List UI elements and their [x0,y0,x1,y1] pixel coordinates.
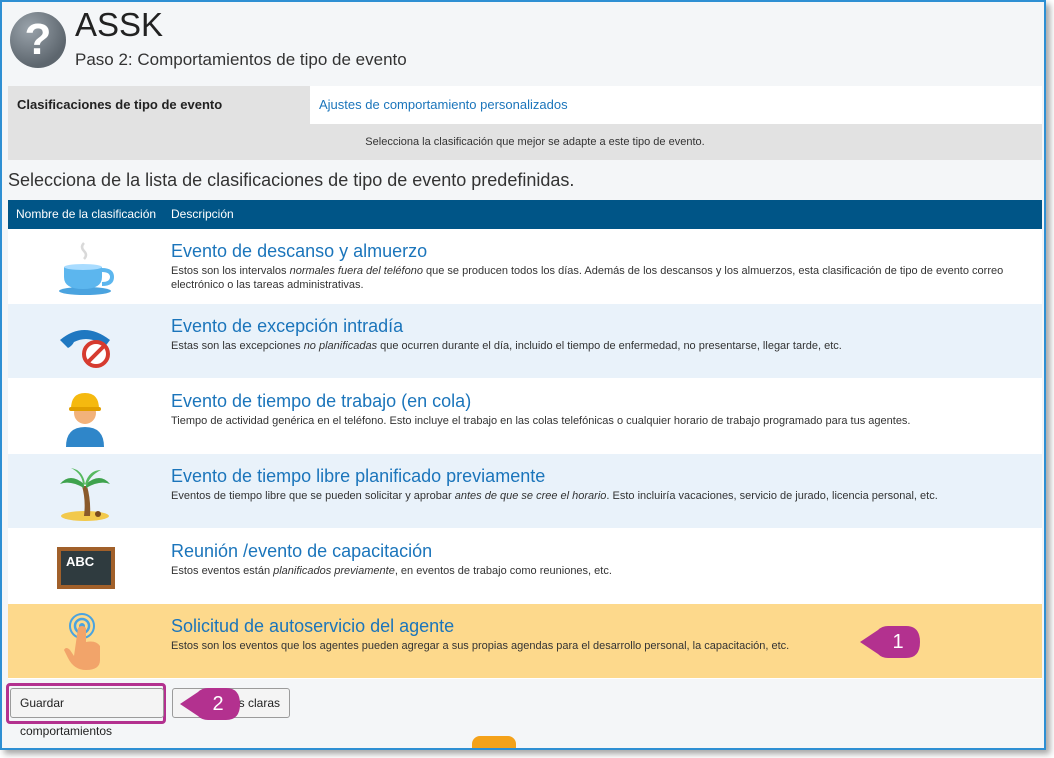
classification-name[interactable]: Evento de descanso y almuerzo [171,241,427,262]
column-header-description: Descripción [171,207,234,221]
classification-table: Nombre de la clasificación Descripción E… [8,200,1042,679]
phone-blocked-icon [54,312,116,372]
svg-text:ABC: ABC [66,554,95,569]
hand-tap-icon [54,612,116,672]
classification-name[interactable]: Evento de tiempo libre planificado previ… [171,466,545,487]
palm-tree-icon [54,462,116,522]
classification-description: Estos son los intervalos normales fuera … [171,265,1004,291]
classification-name[interactable]: Solicitud de autoservicio del agente [171,616,454,637]
question-mark-icon: ? [10,12,66,68]
app-window: ? ASSK Paso 2: Comportamientos de tipo d… [0,0,1046,750]
table-header: Nombre de la clasificación Descripción [8,200,1042,229]
page-subtitle: Paso 2: Comportamientos de tipo de event… [75,50,407,69]
tab-bar: Clasificaciones de tipo de evento predef… [8,86,1042,150]
page-header: ? ASSK Paso 2: Comportamientos de tipo d… [2,2,1044,86]
table-row[interactable]: Evento de tiempo de trabajo (en cola) Ti… [8,379,1042,454]
save-behaviors-button[interactable]: Guardar comportamientos [10,688,164,738]
hint-bar: Selecciona la clasificación que mejor se… [8,124,1042,160]
chalkboard-icon: ABC [54,537,116,597]
page-title: ASSK [75,6,164,43]
worker-icon [54,387,116,447]
classification-description: Eventos de tiempo libre que se pueden so… [171,490,938,502]
classification-name[interactable]: Reunión /evento de capacitación [171,541,432,562]
column-header-name: Nombre de la clasificación [16,207,157,221]
classification-name[interactable]: Evento de excepción intradía [171,316,403,337]
classification-description: Estos eventos están planificados previam… [171,565,612,577]
callout-badge-1: 1 [858,622,922,662]
table-row[interactable]: ABC Reunión /evento de capacitación Esto… [8,529,1042,604]
tab-custom-behavior-settings[interactable]: Ajustes de comportamiento personalizados [310,86,577,124]
classification-description: Estas son las excepciones no planificada… [171,340,842,352]
classification-description: Tiempo de actividad genérica en el teléf… [171,415,911,427]
tab-predefined-classifications[interactable]: Clasificaciones de tipo de evento predef… [8,86,310,150]
callout-badge-2: 2 [178,684,242,724]
scroll-to-top-tab[interactable] [472,736,516,748]
classification-name[interactable]: Evento de tiempo de trabajo (en cola) [171,391,471,412]
instruction-text: Selecciona de la lista de clasificacione… [8,170,575,190]
table-row[interactable]: Evento de descanso y almuerzo Estos son … [8,229,1042,304]
coffee-cup-icon [54,237,116,297]
table-row[interactable]: Evento de tiempo libre planificado previ… [8,454,1042,529]
table-row[interactable]: Evento de excepción intradía Estas son l… [8,304,1042,379]
